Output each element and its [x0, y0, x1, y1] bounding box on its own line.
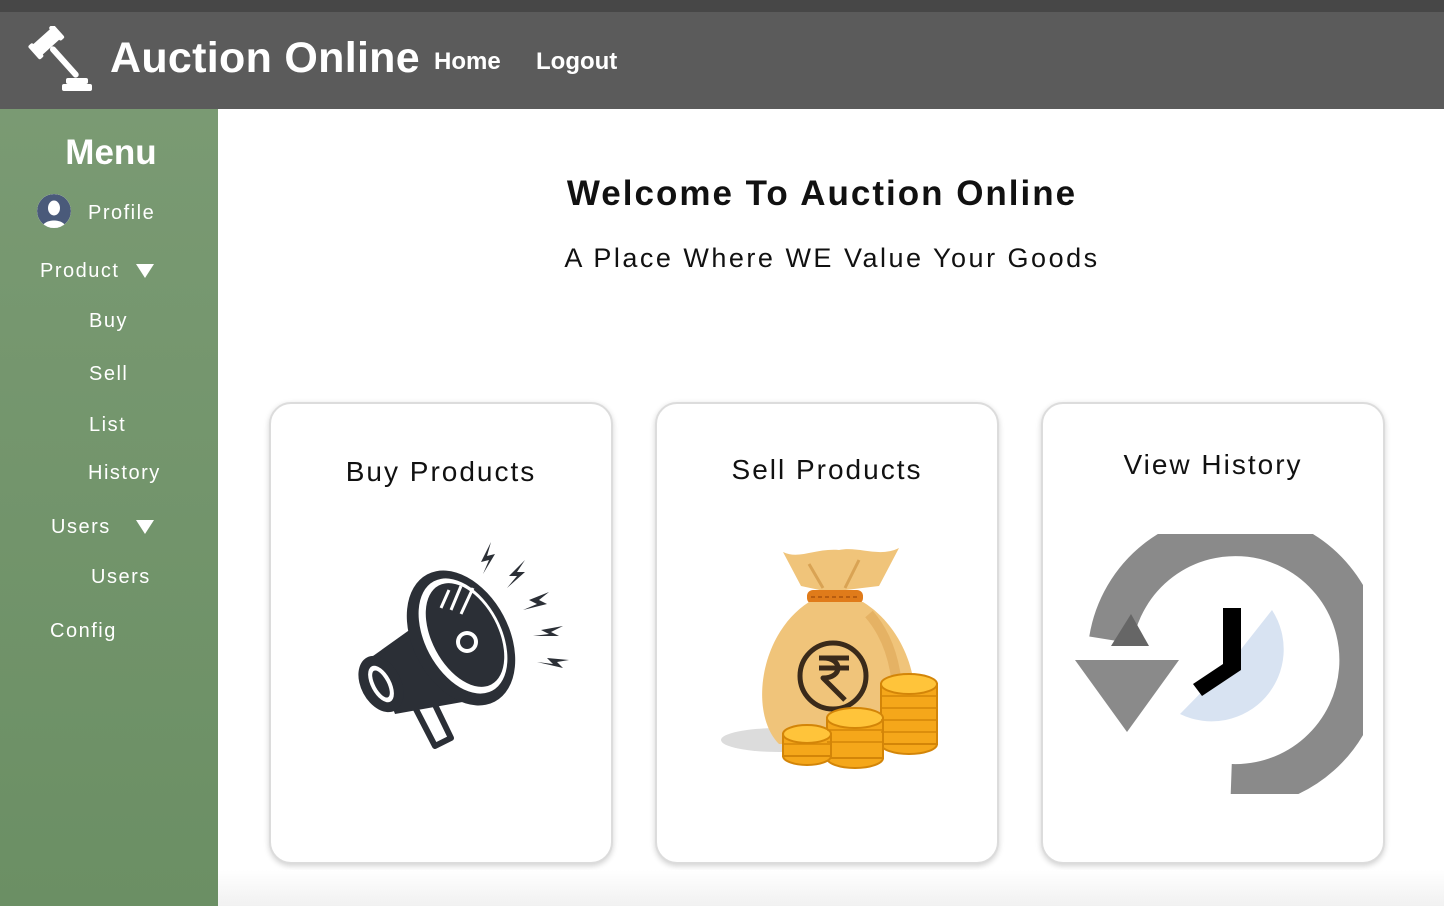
nav-logout-link[interactable]: Logout — [536, 48, 617, 76]
nav-home-link[interactable]: Home — [434, 48, 501, 76]
chevron-down-icon[interactable] — [136, 520, 154, 534]
sidebar-item-product[interactable]: Product — [40, 260, 119, 283]
view-history-card[interactable]: View History — [1041, 402, 1385, 864]
money-bag-icon — [721, 548, 938, 769]
page-subtitle: A Place Where WE Value Your Goods — [564, 243, 1100, 273]
sell-products-card[interactable]: Sell Products — [655, 402, 999, 864]
sidebar-item-config[interactable]: Config — [50, 620, 117, 643]
sidebar: Menu Profile Product Buy Sell List Histo… — [0, 109, 218, 906]
card-title: Sell Products — [731, 454, 923, 485]
sidebar-item-users-group[interactable]: Users — [51, 516, 111, 539]
sidebar-item-history[interactable]: History — [88, 462, 161, 485]
card-title: Buy Products — [345, 456, 537, 487]
card-title: View History — [1123, 449, 1303, 480]
chevron-down-icon[interactable] — [136, 264, 154, 278]
header-top-edge — [0, 0, 1444, 12]
history-clock-icon — [1075, 534, 1363, 794]
sidebar-item-list[interactable]: List — [89, 414, 126, 437]
megaphone-icon — [358, 542, 569, 749]
sidebar-item-profile[interactable]: Profile — [88, 202, 155, 225]
app-title[interactable]: Auction Online — [110, 34, 420, 83]
page-title: Welcome To Auction Online — [566, 174, 1078, 213]
sidebar-title: Menu — [65, 133, 157, 172]
sidebar-item-sell[interactable]: Sell — [89, 363, 128, 386]
sidebar-item-buy[interactable]: Buy — [89, 310, 128, 333]
buy-products-card[interactable]: Buy Products — [269, 402, 613, 864]
sidebar-item-users[interactable]: Users — [91, 566, 151, 589]
gavel-icon — [28, 26, 92, 91]
avatar-icon — [37, 194, 71, 228]
header-bar: Auction Online Home Logout — [0, 12, 1444, 109]
content-bottom-shade — [218, 870, 1444, 906]
